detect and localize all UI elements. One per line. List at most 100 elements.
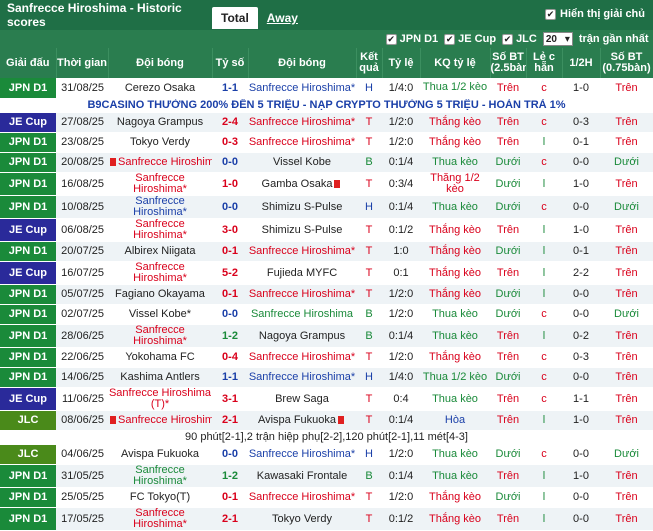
- team-name[interactable]: Nagoya Grampus: [117, 116, 203, 128]
- home-team[interactable]: Kashima Antlers: [108, 367, 212, 388]
- team-name[interactable]: Sanfrecce Hiroshima*: [133, 261, 187, 283]
- team-name[interactable]: Sanfrecce Hiroshima*: [249, 116, 355, 128]
- league-badge[interactable]: JPN D1: [0, 241, 56, 262]
- team-name[interactable]: Vissel Kobe*: [129, 308, 191, 320]
- league-badge[interactable]: JLC: [0, 444, 56, 465]
- league-badge[interactable]: JPN D1: [0, 304, 56, 325]
- home-team[interactable]: Avispa Fukuoka: [108, 444, 212, 465]
- match-score[interactable]: 0-0: [212, 304, 248, 325]
- team-name[interactable]: Kashima Antlers: [120, 371, 199, 383]
- match-score[interactable]: 0-3: [212, 132, 248, 153]
- team-name[interactable]: Sanfrecce Hiroshima*: [133, 324, 187, 346]
- team-name[interactable]: Shimizu S-Pulse: [262, 201, 343, 213]
- match-score[interactable]: 3-1: [212, 387, 248, 411]
- home-team[interactable]: Sanfrecce Hiroshima: [108, 410, 212, 431]
- team-name[interactable]: Vissel Kobe: [273, 156, 331, 168]
- home-team[interactable]: Sanfrecce Hiroshima: [108, 152, 212, 173]
- match-count-select[interactable]: 20 ▾: [542, 32, 573, 46]
- team-name[interactable]: Sanfrecce Hiroshima*: [249, 245, 355, 257]
- match-score[interactable]: 0-1: [212, 241, 248, 262]
- team-name[interactable]: Tokyo Verdy: [130, 136, 190, 148]
- home-team[interactable]: Cerezo Osaka: [108, 78, 212, 99]
- promo-banner-row[interactable]: B9CASINO THƯỞNG 200% ĐẾN 5 TRIỆU - NẠP C…: [0, 98, 653, 113]
- away-team[interactable]: Sanfrecce Hiroshima*: [248, 112, 356, 133]
- filter-jec[interactable]: ✔ JE Cup: [444, 33, 496, 45]
- home-team[interactable]: FC Tokyo(T): [108, 487, 212, 508]
- team-name[interactable]: Sanfrecce Hiroshima*: [133, 195, 187, 217]
- tab-total[interactable]: Total: [212, 7, 258, 29]
- match-score[interactable]: 1-0: [212, 172, 248, 196]
- league-badge[interactable]: JPN D1: [0, 132, 56, 153]
- team-name[interactable]: Nagoya Grampus: [259, 330, 345, 342]
- match-score[interactable]: 0-1: [212, 284, 248, 305]
- home-team[interactable]: Yokohama FC: [108, 347, 212, 368]
- checkbox-checked-icon[interactable]: ✔: [502, 33, 514, 45]
- league-badge[interactable]: JPN D1: [0, 152, 56, 173]
- league-badge[interactable]: JE Cup: [0, 218, 56, 242]
- away-team[interactable]: Vissel Kobe: [248, 152, 356, 173]
- match-score[interactable]: 2-1: [212, 507, 248, 531]
- checkbox-checked-icon[interactable]: ✔: [385, 33, 397, 45]
- team-name[interactable]: Sanfrecce Hiroshima*: [249, 136, 355, 148]
- away-team[interactable]: Shimizu S-Pulse: [248, 218, 356, 242]
- home-team[interactable]: Sanfrecce Hiroshima (T)*: [108, 387, 212, 411]
- team-name[interactable]: Sanfrecce Hiroshima*: [133, 218, 187, 240]
- match-score[interactable]: 1-2: [212, 324, 248, 348]
- match-score[interactable]: 0-4: [212, 347, 248, 368]
- match-score[interactable]: 0-1: [212, 487, 248, 508]
- home-team[interactable]: Sanfrecce Hiroshima*: [108, 172, 212, 196]
- home-team[interactable]: Sanfrecce Hiroshima*: [108, 507, 212, 531]
- team-name[interactable]: Sanfrecce Hiroshima*: [133, 507, 187, 529]
- away-team[interactable]: Fujieda MYFC: [248, 261, 356, 285]
- away-team[interactable]: Gamba Osaka: [248, 172, 356, 196]
- league-badge[interactable]: JPN D1: [0, 324, 56, 348]
- away-team[interactable]: Sanfrecce Hiroshima*: [248, 444, 356, 465]
- team-name[interactable]: Fagiano Okayama: [115, 288, 205, 300]
- away-team[interactable]: Nagoya Grampus: [248, 324, 356, 348]
- league-badge[interactable]: JPN D1: [0, 195, 56, 219]
- home-team[interactable]: Nagoya Grampus: [108, 112, 212, 133]
- away-team[interactable]: Kawasaki Frontale: [248, 464, 356, 488]
- team-name[interactable]: Kawasaki Frontale: [257, 470, 348, 482]
- match-score[interactable]: 2-1: [212, 410, 248, 431]
- match-score[interactable]: 3-0: [212, 218, 248, 242]
- away-team[interactable]: Tokyo Verdy: [248, 507, 356, 531]
- team-name[interactable]: Sanfrecce Hiroshima*: [249, 351, 355, 363]
- filter-jpn[interactable]: ✔ JPN D1: [385, 33, 438, 45]
- filter-jlc[interactable]: ✔ JLC: [502, 33, 537, 45]
- team-name[interactable]: Sanfrecce Hiroshima*: [249, 371, 355, 383]
- team-name[interactable]: FC Tokyo(T): [130, 491, 190, 503]
- team-name[interactable]: Sanfrecce Hiroshima (T)*: [109, 387, 211, 409]
- away-team[interactable]: Sanfrecce Hiroshima*: [248, 487, 356, 508]
- away-team[interactable]: Sanfrecce Hiroshima*: [248, 241, 356, 262]
- league-badge[interactable]: JE Cup: [0, 387, 56, 411]
- away-team[interactable]: Avispa Fukuoka: [248, 410, 356, 431]
- team-name[interactable]: Sanfrecce Hiroshima: [118, 156, 212, 168]
- away-team[interactable]: Sanfrecce Hiroshima*: [248, 347, 356, 368]
- team-name[interactable]: Fujieda MYFC: [267, 267, 337, 279]
- team-name[interactable]: Avispa Fukuoka: [258, 414, 336, 426]
- team-name[interactable]: Sanfrecce Hiroshima: [251, 308, 353, 320]
- match-score[interactable]: 0-0: [212, 444, 248, 465]
- league-badge[interactable]: JPN D1: [0, 78, 56, 99]
- home-team[interactable]: Vissel Kobe*: [108, 304, 212, 325]
- team-name[interactable]: Sanfrecce Hiroshima*: [133, 464, 187, 486]
- away-team[interactable]: Sanfrecce Hiroshima*: [248, 284, 356, 305]
- away-team[interactable]: Sanfrecce Hiroshima*: [248, 367, 356, 388]
- league-badge[interactable]: JE Cup: [0, 112, 56, 133]
- home-team[interactable]: Tokyo Verdy: [108, 132, 212, 153]
- team-name[interactable]: Sanfrecce Hiroshima: [118, 414, 212, 426]
- team-name[interactable]: Albirex Niigata: [125, 245, 196, 257]
- league-badge[interactable]: JPN D1: [0, 172, 56, 196]
- team-name[interactable]: Brew Saga: [275, 393, 329, 405]
- team-name[interactable]: Cerezo Osaka: [125, 82, 195, 94]
- away-team[interactable]: Sanfrecce Hiroshima*: [248, 78, 356, 99]
- checkbox-checked-icon[interactable]: ✔: [444, 33, 456, 45]
- league-badge[interactable]: JPN D1: [0, 347, 56, 368]
- team-name[interactable]: Gamba Osaka: [262, 178, 333, 190]
- league-badge[interactable]: JE Cup: [0, 261, 56, 285]
- league-badge[interactable]: JPN D1: [0, 507, 56, 531]
- league-badge[interactable]: JPN D1: [0, 464, 56, 488]
- league-badge[interactable]: JPN D1: [0, 284, 56, 305]
- team-name[interactable]: Sanfrecce Hiroshima*: [249, 288, 355, 300]
